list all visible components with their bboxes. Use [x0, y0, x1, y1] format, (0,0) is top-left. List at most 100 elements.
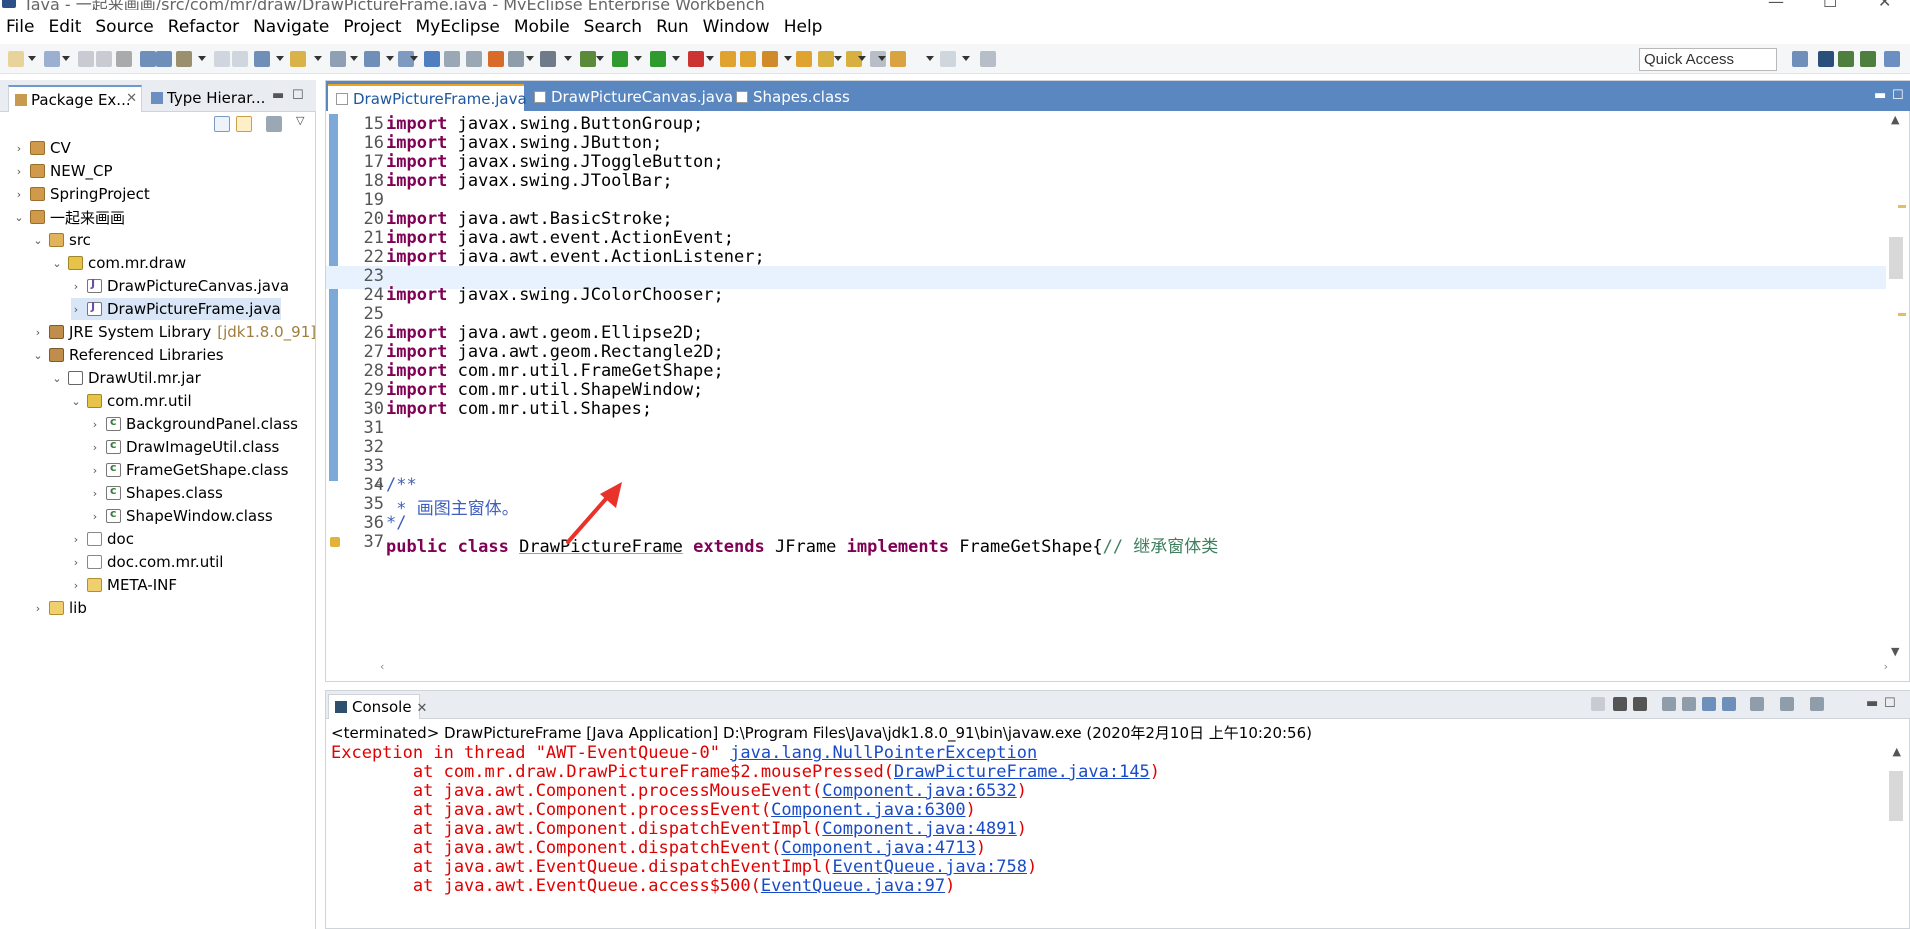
- tab-console[interactable]: Console ✕: [328, 694, 427, 719]
- build-icon[interactable]: [176, 51, 192, 67]
- open-perspective-icon[interactable]: [740, 51, 756, 67]
- dropdown-chevron-icon[interactable]: [314, 56, 322, 61]
- dropdown-chevron-icon[interactable]: [62, 56, 70, 61]
- package-icon[interactable]: [796, 51, 812, 67]
- menu-navigate[interactable]: Navigate: [253, 17, 329, 37]
- close-window-button[interactable]: ✕: [1878, 0, 1891, 10]
- warning-marker-icon[interactable]: [330, 537, 340, 547]
- dropdown-chevron-icon[interactable]: [410, 56, 418, 61]
- dropdown-chevron-icon[interactable]: [858, 56, 866, 61]
- close-tab-icon[interactable]: ✕: [417, 701, 428, 716]
- tree-item[interactable]: › DrawImageUtil.class: [90, 436, 280, 458]
- tree-item[interactable]: › FrameGetShape.class: [90, 459, 289, 481]
- collapse-arrow-icon[interactable]: ⌄: [33, 349, 43, 362]
- tree-item[interactable]: ⌄ Referenced Libraries: [33, 344, 223, 366]
- expand-arrow-icon[interactable]: ›: [33, 602, 43, 615]
- tree-item[interactable]: ⌄ 一起来画画: [14, 206, 125, 228]
- search-icon[interactable]: [330, 51, 346, 67]
- scroll-up-icon[interactable]: ▲: [1891, 113, 1899, 126]
- clear-console-icon[interactable]: [1662, 697, 1676, 711]
- settings-icon[interactable]: [508, 51, 524, 67]
- tree-item[interactable]: ⌄ com.mr.draw: [52, 252, 186, 274]
- maximize-console-icon[interactable]: ☐: [1884, 696, 1896, 711]
- editor-horizontal-scrollbar[interactable]: ‹ ›: [380, 660, 1888, 675]
- java-perspective-icon[interactable]: [1818, 51, 1834, 67]
- db-perspective-icon[interactable]: [1884, 51, 1900, 67]
- remove-launch-icon[interactable]: [1613, 697, 1627, 711]
- expand-arrow-icon[interactable]: ›: [90, 510, 100, 523]
- web-icon[interactable]: [488, 51, 504, 67]
- tab-drawpicturecanvas-java[interactable]: DrawPictureCanvas.java: [526, 84, 741, 111]
- tree-item[interactable]: › ShapeWindow.class: [90, 505, 273, 527]
- tree-item[interactable]: › lib: [33, 597, 87, 619]
- show-console-icon[interactable]: [1722, 697, 1736, 711]
- dropdown-chevron-icon[interactable]: [706, 56, 714, 61]
- collapse-arrow-icon[interactable]: ⌄: [52, 372, 62, 385]
- pin-icon[interactable]: [762, 51, 778, 67]
- perspective-icon[interactable]: [1792, 51, 1808, 67]
- tree-item[interactable]: › doc: [71, 528, 134, 550]
- tree-item[interactable]: ⌄ src: [33, 229, 91, 251]
- new-project-icon[interactable]: [44, 51, 60, 67]
- external-tools-icon[interactable]: [688, 51, 704, 67]
- stack-trace-link[interactable]: EventQueue.java:758: [833, 857, 1027, 877]
- debug-perspective-icon[interactable]: [1838, 51, 1854, 67]
- stack-trace-link[interactable]: Component.java:4891: [822, 819, 1016, 839]
- dropdown-chevron-icon[interactable]: [526, 56, 534, 61]
- maximize-editor-icon[interactable]: ☐: [1892, 88, 1904, 103]
- dropdown-chevron-icon[interactable]: [350, 56, 358, 61]
- menu-project[interactable]: Project: [343, 17, 401, 37]
- stack-trace-link[interactable]: Component.java:6532: [822, 781, 1016, 801]
- dropdown-chevron-icon[interactable]: [198, 56, 206, 61]
- tree-item[interactable]: › DrawPictureCanvas.java: [71, 275, 289, 297]
- globe-icon[interactable]: [424, 51, 440, 67]
- debug-icon[interactable]: [580, 51, 596, 67]
- run-icon[interactable]: [612, 51, 628, 67]
- forward-icon[interactable]: [940, 51, 956, 67]
- pin-editor-icon[interactable]: [980, 51, 996, 67]
- dropdown-chevron-icon[interactable]: [962, 56, 970, 61]
- tree-item[interactable]: › doc.com.mr.util: [71, 551, 224, 573]
- collapse-arrow-icon[interactable]: ⌄: [33, 234, 43, 247]
- overview-ruler-marker[interactable]: [1898, 205, 1906, 208]
- dropdown-chevron-icon[interactable]: [276, 56, 284, 61]
- expand-arrow-icon[interactable]: ›: [90, 441, 100, 454]
- terminate-icon[interactable]: [1591, 697, 1605, 711]
- new-icon[interactable]: [8, 51, 24, 67]
- console-scroll-up-icon[interactable]: ▲: [1893, 745, 1901, 758]
- dropdown-chevron-icon[interactable]: [564, 56, 572, 61]
- expand-arrow-icon[interactable]: ›: [33, 326, 43, 339]
- dropdown-chevron-icon[interactable]: [834, 56, 842, 61]
- minimize-button[interactable]: —: [1768, 0, 1784, 10]
- expand-arrow-icon[interactable]: ›: [90, 418, 100, 431]
- menu-mobile[interactable]: Mobile: [514, 17, 570, 37]
- dropdown-chevron-icon[interactable]: [926, 56, 934, 61]
- dropdown-chevron-icon[interactable]: [672, 56, 680, 61]
- expand-arrow-icon[interactable]: ›: [71, 280, 81, 293]
- deploy-icon[interactable]: [364, 51, 380, 67]
- browser-icon[interactable]: [444, 51, 460, 67]
- expand-arrow-icon[interactable]: ›: [14, 165, 24, 178]
- view-menu-chevron-icon[interactable]: ▽: [296, 114, 304, 127]
- tree-item[interactable]: ⌄ DrawUtil.mr.jar: [52, 367, 200, 389]
- back-icon[interactable]: [890, 51, 906, 67]
- expand-arrow-icon[interactable]: ›: [14, 188, 24, 201]
- save-icon[interactable]: [78, 51, 94, 67]
- open-type-icon[interactable]: [140, 51, 156, 67]
- code-area[interactable]: 15 import javax.swing.ButtonGroup; 16 impor…: [326, 114, 1886, 654]
- scroll-right-icon[interactable]: ›: [1884, 660, 1888, 673]
- collapse-all-icon[interactable]: [214, 116, 230, 132]
- toggle-mark-icon[interactable]: [156, 51, 172, 67]
- new-server-icon[interactable]: [254, 51, 270, 67]
- word-wrap-icon[interactable]: [1702, 697, 1716, 711]
- stack-trace-link[interactable]: Component.java:4713: [781, 838, 975, 858]
- myeclipse-perspective-icon[interactable]: [1860, 51, 1876, 67]
- open-folder-icon[interactable]: [720, 51, 736, 67]
- minimize-view-icon[interactable]: ▬: [272, 88, 284, 103]
- tree-item[interactable]: › DrawPictureFrame.java: [71, 298, 281, 320]
- menu-help[interactable]: Help: [784, 17, 823, 37]
- dropdown-chevron-icon[interactable]: [596, 56, 604, 61]
- next-annotation-icon[interactable]: [818, 51, 834, 67]
- quick-access-input[interactable]: [1639, 48, 1777, 71]
- stack-trace-link[interactable]: java.lang.NullPointerException: [730, 743, 1037, 763]
